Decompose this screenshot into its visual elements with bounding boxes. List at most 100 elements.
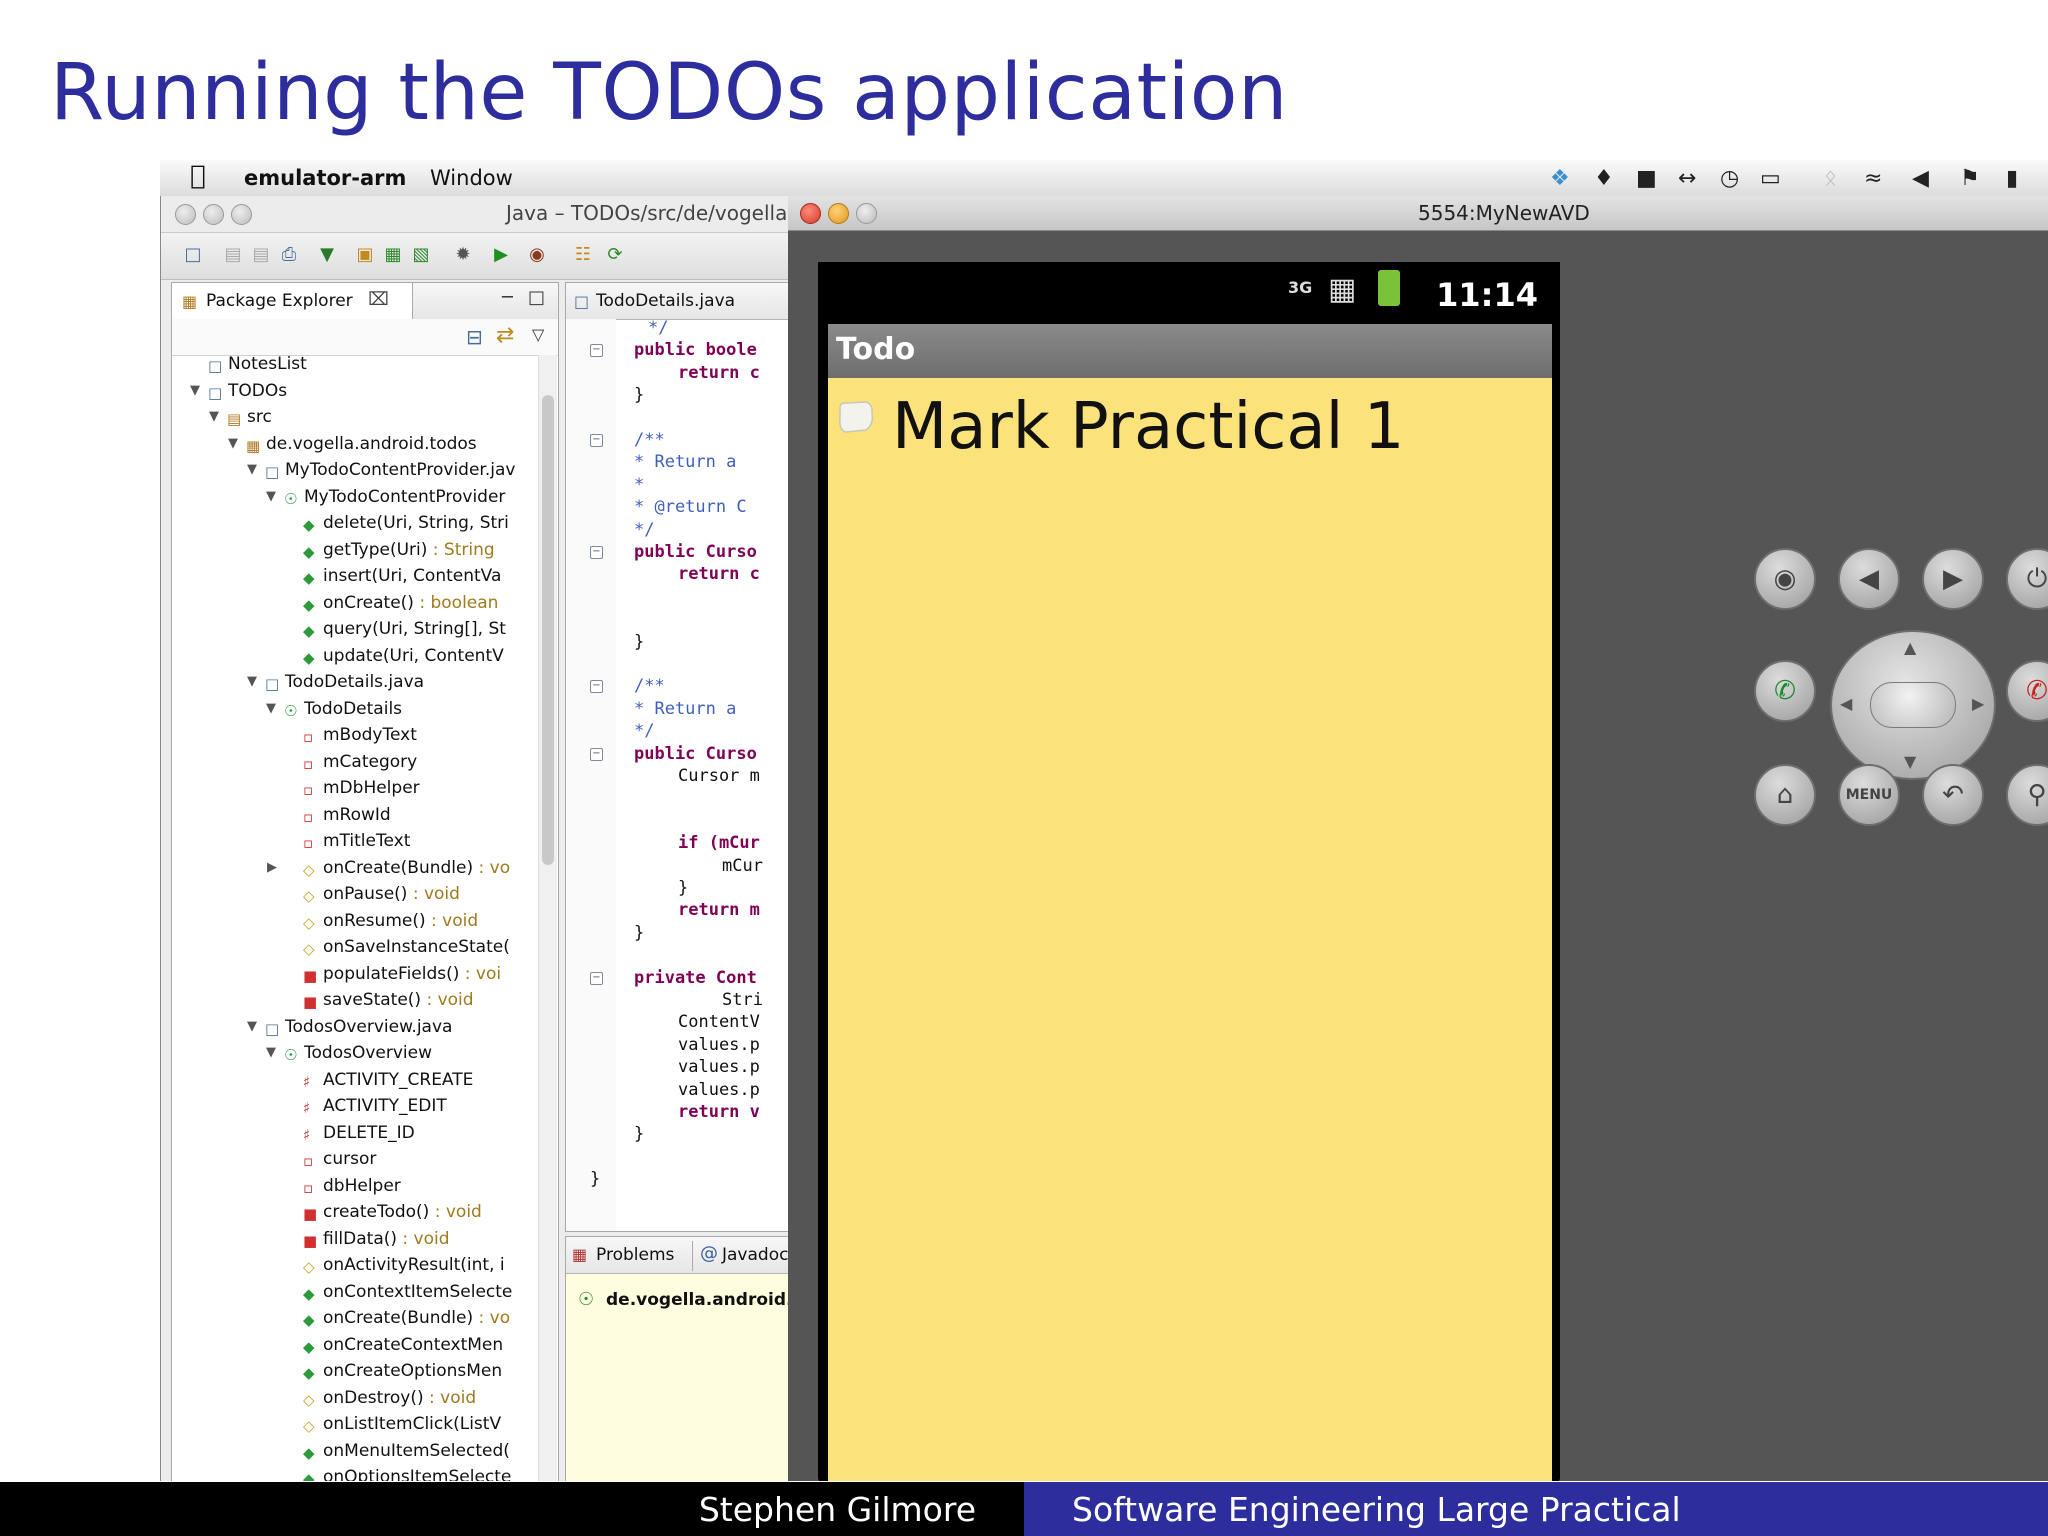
- tree-item[interactable]: ◇ onActivityResult(int, i: [303, 1252, 505, 1278]
- tree-item[interactable]: ▫ mDbHelper: [303, 775, 420, 801]
- scrollbar-thumb[interactable]: [542, 395, 554, 865]
- tab-problems[interactable]: Problems: [596, 1245, 674, 1265]
- link-with-editor-icon[interactable]: ⇄: [496, 323, 514, 348]
- tree-item[interactable]: ▦ de.vogella.android.todos: [246, 431, 477, 457]
- expand-arrow-icon[interactable]: ▼: [247, 1014, 257, 1040]
- dpad-center-button[interactable]: [1870, 682, 1956, 728]
- volume-up-button[interactable]: ▶: [1922, 548, 1984, 610]
- tree-item[interactable]: ◇ onDestroy() : void: [303, 1385, 476, 1411]
- code-editor[interactable]: □ TodoDetails.java */public boole − return…: [565, 282, 801, 1232]
- end-call-button[interactable]: ✆: [2006, 660, 2048, 722]
- dpad[interactable]: ▲ ▼ ◀ ▶: [1830, 630, 1996, 780]
- editor-tab[interactable]: □ TodoDetails.java: [566, 283, 801, 320]
- tree-item[interactable]: ♯ ACTIVITY_EDIT: [303, 1093, 447, 1119]
- package-explorer-scrollbar[interactable]: [538, 355, 557, 1481]
- new-project-icon[interactable]: ▣: [355, 245, 375, 265]
- tree-item[interactable]: ◆ onCreate() : boolean: [303, 590, 498, 616]
- flag-uk-icon[interactable]: ⚑: [1960, 166, 1980, 191]
- search-button[interactable]: ⚲: [2006, 764, 2048, 826]
- emulator-close-button[interactable]: [800, 203, 821, 224]
- tree-item[interactable]: ▫ mBodyText: [303, 722, 417, 748]
- tree-item[interactable]: ▫ cursor: [303, 1146, 376, 1172]
- tree-item[interactable]: ◆ onCreate(Bundle) : vo: [303, 1305, 510, 1331]
- tree-item[interactable]: ◆ delete(Uri, String, Stri: [303, 510, 509, 536]
- tree-item[interactable]: ◇ onPause() : void: [303, 881, 460, 907]
- truck-icon[interactable]: ■: [1636, 166, 1657, 191]
- menubar-window-menu[interactable]: Window: [430, 166, 513, 190]
- menubar-app-name[interactable]: emulator-arm: [244, 166, 406, 190]
- fold-toggle-icon[interactable]: −: [590, 434, 603, 447]
- expand-arrow-icon[interactable]: ▼: [247, 457, 257, 483]
- window-minimize-button[interactable]: [203, 204, 224, 225]
- tree-item[interactable]: ■ createTodo() : void: [303, 1199, 482, 1225]
- tree-item[interactable]: ☉ TodosOverview: [284, 1040, 432, 1066]
- refresh-icon[interactable]: ⟳: [605, 245, 625, 265]
- new-icon[interactable]: □: [183, 245, 203, 265]
- wifi-icon[interactable]: ≈: [1864, 166, 1882, 191]
- collapse-arrow-icon[interactable]: ▶: [267, 855, 277, 881]
- time-machine-icon[interactable]: ◷: [1720, 166, 1739, 191]
- fold-toggle-icon[interactable]: −: [590, 546, 603, 559]
- tree-item[interactable]: □ TODOs: [208, 378, 287, 404]
- tree-item[interactable]: ◆ onCreateContextMen: [303, 1332, 503, 1358]
- tree-item[interactable]: ◇ onCreate(Bundle) : vo: [303, 855, 510, 881]
- tree-item[interactable]: ◆ onMenuItemSelected(: [303, 1438, 510, 1464]
- dpad-up-icon[interactable]: ▲: [1904, 638, 1916, 657]
- tab-javadoc[interactable]: Javadoc: [722, 1245, 788, 1265]
- expand-arrow-icon[interactable]: ▼: [266, 484, 276, 510]
- package-explorer-tab[interactable]: ▦ Package Explorer ⌧: [172, 283, 413, 319]
- power-button[interactable]: ⏻: [2006, 548, 2048, 610]
- code-icon[interactable]: ↔: [1678, 166, 1696, 191]
- external-tools-icon[interactable]: ◉: [527, 245, 547, 265]
- tree-item[interactable]: ◆ onOptionsItemSelecte: [303, 1464, 511, 1481]
- expand-arrow-icon[interactable]: ▼: [266, 1040, 276, 1066]
- window-close-button[interactable]: [175, 204, 196, 225]
- tree-item[interactable]: ▫ mTitleText: [303, 828, 410, 854]
- save-icon[interactable]: ▤: [223, 245, 243, 265]
- home-button[interactable]: ⌂: [1754, 764, 1816, 826]
- fold-toggle-icon[interactable]: −: [590, 971, 603, 985]
- tree-item[interactable]: ◇ onListItemClick(ListV: [303, 1411, 501, 1437]
- dropbox-icon[interactable]: ❖: [1550, 166, 1570, 191]
- emulator-minimize-button[interactable]: [828, 203, 849, 224]
- tree-item[interactable]: ▤ src: [227, 404, 272, 430]
- tree-item[interactable]: ◆ onContextItemSelecte: [303, 1279, 512, 1305]
- volume-down-button[interactable]: ◀: [1838, 548, 1900, 610]
- new-class-icon[interactable]: ▧: [411, 245, 431, 265]
- tree-item[interactable]: ■ saveState() : void: [303, 987, 474, 1013]
- minimize-view-icon[interactable]: ─: [502, 287, 513, 308]
- view-menu-icon[interactable]: ▽: [532, 325, 544, 344]
- bluetooth-icon[interactable]: ᛟ: [1824, 166, 1837, 191]
- tree-item[interactable]: ■ populateFields() : voi: [303, 961, 501, 987]
- new-package-icon[interactable]: ▦: [383, 245, 403, 265]
- battery-icon[interactable]: ▮: [2006, 166, 2018, 191]
- tree-item[interactable]: ♯ DELETE_ID: [303, 1120, 415, 1146]
- expand-arrow-icon[interactable]: ▼: [209, 404, 219, 430]
- run-icon[interactable]: ▶: [491, 245, 511, 265]
- collapse-all-icon[interactable]: ⊟: [466, 325, 483, 349]
- maximize-view-icon[interactable]: □: [528, 287, 545, 308]
- call-button[interactable]: ✆: [1754, 660, 1816, 722]
- display-icon[interactable]: ▭: [1760, 166, 1781, 191]
- debug-icon[interactable]: ✹: [453, 245, 473, 265]
- save-all-icon[interactable]: ▤: [251, 245, 271, 265]
- tree-item[interactable]: ▫ dbHelper: [303, 1173, 401, 1199]
- dpad-left-icon[interactable]: ◀: [1840, 694, 1852, 713]
- tree-item[interactable]: ◆ query(Uri, String[], St: [303, 616, 506, 642]
- back-button[interactable]: ↶: [1922, 764, 1984, 826]
- tree-item[interactable]: ◆ getType(Uri) : String: [303, 537, 495, 563]
- camera-button[interactable]: ◉: [1754, 548, 1816, 610]
- tree-item[interactable]: ◆ insert(Uri, ContentVa: [303, 563, 501, 589]
- todo-item[interactable]: Mark Practical 1: [892, 390, 1404, 464]
- dpad-down-icon[interactable]: ▼: [1904, 752, 1916, 771]
- tree-item[interactable]: □ TodoDetails.java: [265, 669, 424, 695]
- fold-toggle-icon[interactable]: −: [590, 747, 603, 761]
- expand-arrow-icon[interactable]: ▼: [266, 696, 276, 722]
- dpad-right-icon[interactable]: ▶: [1972, 694, 1984, 713]
- phone-screen[interactable]: 3G ▦ 11:14 Todo Mark Practical 1: [818, 262, 1560, 1481]
- expand-arrow-icon[interactable]: ▼: [228, 431, 238, 457]
- tree-item[interactable]: ■ fillData() : void: [303, 1226, 450, 1252]
- tree-item[interactable]: ◇ onSaveInstanceState(: [303, 934, 510, 960]
- emulator-zoom-button[interactable]: [856, 203, 877, 224]
- menu-button[interactable]: MENU: [1838, 764, 1900, 826]
